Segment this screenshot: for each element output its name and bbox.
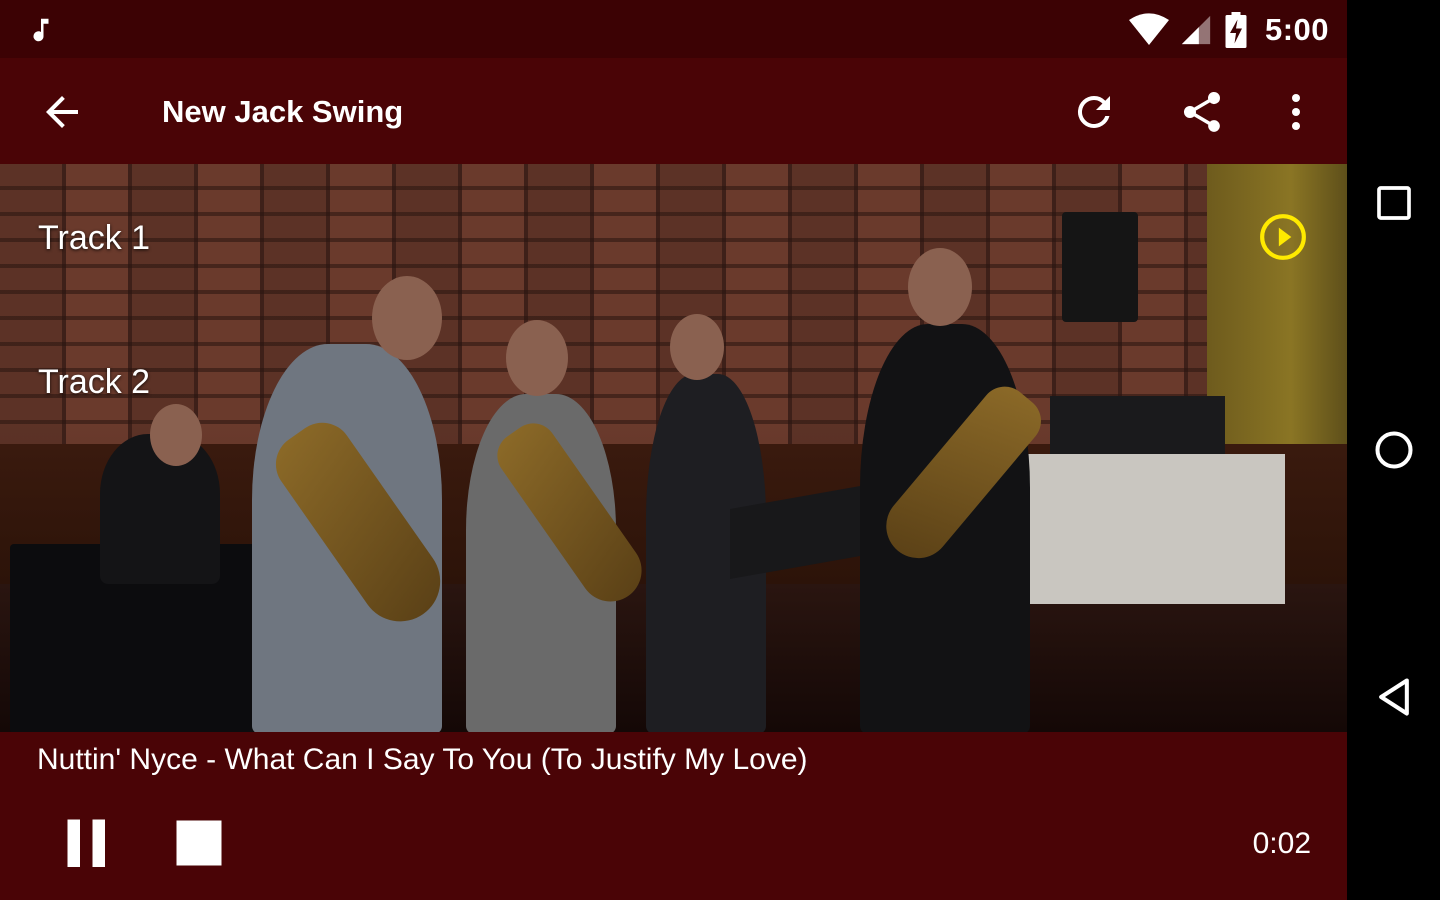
photo-musician-head [670,314,724,380]
more-options-button[interactable] [1270,86,1322,138]
home-icon [1375,431,1413,469]
stop-icon[interactable] [172,816,226,870]
wifi-icon [1128,13,1169,46]
share-icon [1183,91,1221,132]
photo-musician-head [908,248,972,326]
track-item-2[interactable]: Track 2 [38,362,150,402]
toolbar: New Jack Swing [0,58,1347,164]
toolbar-title: New Jack Swing [162,94,404,129]
pause-icon[interactable] [60,812,120,872]
battery-charging-icon [1225,12,1247,48]
share-button[interactable] [1176,86,1228,138]
refresh-icon [1077,95,1110,128]
system-nav-bar [1347,0,1440,900]
photo-amp [1050,396,1225,456]
album-photo: Track 1 Track 2 [0,164,1347,732]
play-circle-icon[interactable] [1258,212,1308,262]
signal-icon [1181,15,1211,45]
back-arrow-icon[interactable] [38,88,86,136]
player-panel: Nuttin' Nyce - What Can I Say To You (To… [0,732,1347,900]
photo-cooler [1020,454,1285,604]
refresh-button[interactable] [1068,86,1120,138]
photo-musician-head [150,404,202,466]
recents-button[interactable] [1367,176,1421,230]
photo-musician-head [506,320,568,396]
system-back-button[interactable] [1367,670,1421,724]
now-playing-title: Nuttin' Nyce - What Can I Say To You (To… [37,743,808,776]
status-clock: 5:00 [1264,12,1329,47]
elapsed-time: 0:02 [1252,827,1311,860]
back-triangle-icon [1379,678,1409,716]
status-icons: 5:00 [1128,10,1329,50]
track-item-1[interactable]: Track 1 [38,218,150,258]
more-vert-icon [1292,94,1300,130]
music-note-icon [33,18,49,42]
photo-speaker [1062,212,1138,322]
photo-musician-head [372,276,442,360]
status-bar: 5:00 [0,0,1347,58]
app-window: 5:00 New Jack Swing Track 1 Track 2 Nutt… [0,0,1347,900]
recents-icon [1377,186,1411,220]
home-button[interactable] [1367,423,1421,477]
